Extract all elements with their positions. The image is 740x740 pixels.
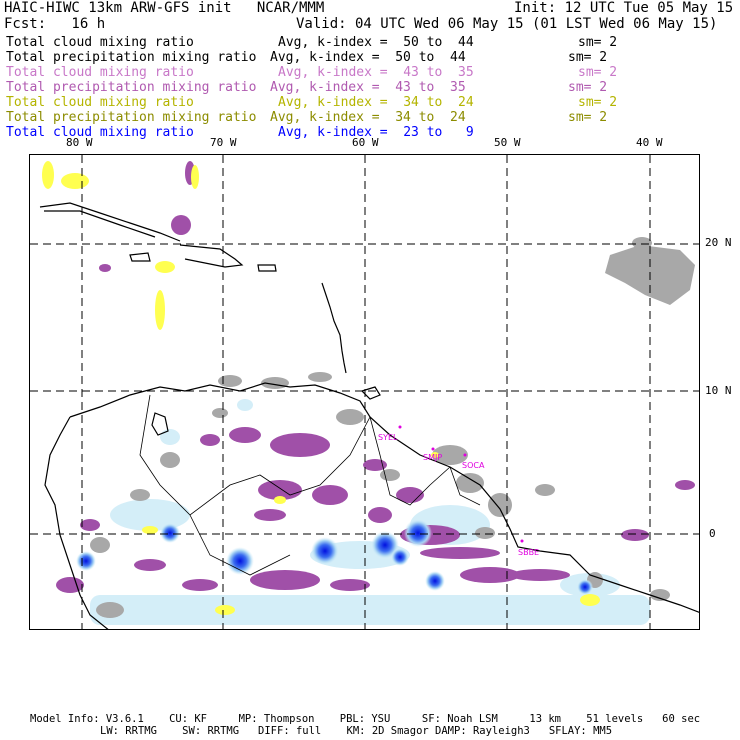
legend-field-1: Total precipitation mixing ratio — [6, 50, 257, 65]
station-soca: SOCA — [462, 461, 485, 470]
legend-sm-0: sm= 2 — [578, 35, 618, 50]
lat-label-0: 0 — [709, 527, 716, 540]
init-time: Init: 12 UTC Tue 05 May 15 — [514, 0, 734, 16]
legend-field-4: Total cloud mixing ratio — [6, 95, 194, 110]
legend-field-3: Total precipitation mixing ratio — [6, 80, 257, 95]
legend-sm-4: sm= 2 — [578, 95, 618, 110]
station-smjp: SMJP — [423, 453, 442, 462]
valid-time: Valid: 04 UTC Wed 06 May 15 (01 LST Wed … — [296, 16, 718, 32]
legend-field-0: Total cloud mixing ratio — [6, 35, 194, 50]
footer-model-info-line1: Model Info: V3.6.1 CU: KF MP: Thompson P… — [30, 713, 701, 725]
legend-range-3: Avg, k-index = 43 to 35 — [270, 80, 466, 95]
station-syel: SYEL — [378, 433, 398, 442]
station-sbbe: SBBE — [518, 548, 539, 557]
lat-label-10n: 10 N — [705, 384, 732, 397]
lon-label-70w: 70 W — [210, 136, 237, 149]
model-title: HAIC-HIWC 13km ARW-GFS init NCAR/MMM — [4, 0, 325, 16]
legend-field-2: Total cloud mixing ratio — [6, 65, 194, 80]
legend-range-4: Avg, k-index = 34 to 24 — [278, 95, 474, 110]
legend-range-5: Avg, k-index = 34 to 24 — [270, 110, 466, 125]
lon-label-60w: 60 W — [352, 136, 379, 149]
lon-label-50w: 50 W — [494, 136, 521, 149]
forecast-map: SYEL SMJP SOCA SBBE — [29, 154, 700, 630]
lon-label-40w: 40 W — [636, 136, 663, 149]
footer-model-info-line2: LW: RRTMG SW: RRTMG DIFF: full KM: 2D Sm… — [100, 725, 613, 737]
legend-sm-5: sm= 2 — [568, 110, 608, 125]
legend-range-1: Avg, k-index = 50 to 44 — [270, 50, 466, 65]
lat-lon-grid — [30, 155, 699, 629]
legend-range-0: Avg, k-index = 50 to 44 — [278, 35, 474, 50]
lon-label-80w: 80 W — [66, 136, 93, 149]
legend-field-6: Total cloud mixing ratio — [6, 125, 194, 140]
legend-field-5: Total precipitation mixing ratio — [6, 110, 257, 125]
legend-sm-3: sm= 2 — [568, 80, 608, 95]
legend-sm-2: sm= 2 — [578, 65, 618, 80]
legend-sm-1: sm= 2 — [568, 50, 608, 65]
legend-range-2: Avg, k-index = 43 to 35 — [278, 65, 474, 80]
lat-label-20n: 20 N — [705, 236, 732, 249]
forecast-hour: Fcst: 16 h — [4, 16, 106, 32]
